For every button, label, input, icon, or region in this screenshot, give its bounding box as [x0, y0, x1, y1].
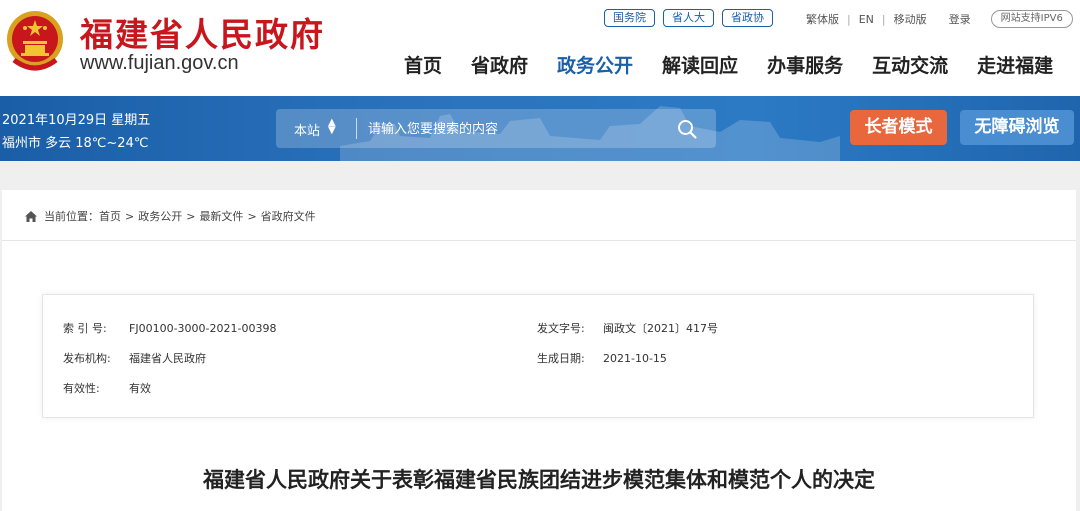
nav-home[interactable]: 首页	[404, 51, 442, 78]
divider	[356, 118, 357, 139]
nav-about-fujian[interactable]: 走进福建	[977, 51, 1053, 78]
nav-interpretation[interactable]: 解读回应	[662, 51, 738, 78]
search-band: 2021年10月29日 星期五 福州市 多云 18℃~24℃ 本站 ▲▼ 长者模…	[0, 96, 1080, 161]
search-input[interactable]	[368, 118, 668, 140]
nav-interaction[interactable]: 互动交流	[872, 51, 948, 78]
meta-validity-value: 有效	[129, 382, 151, 395]
breadcrumb-government-affairs[interactable]: 政务公开	[138, 208, 182, 224]
ipv6-badge: 网站支持IPV6	[990, 10, 1073, 28]
link-english[interactable]: EN	[859, 13, 874, 26]
site-header: 福建省人民政府 www.fujian.gov.cn 国务院 省人大 省政协 繁体…	[0, 0, 1080, 96]
breadcrumb-provincial-documents[interactable]: 省政府文件	[261, 208, 316, 224]
link-state-council[interactable]: 国务院	[604, 9, 655, 27]
national-emblem-icon[interactable]	[4, 6, 66, 76]
link-provincial-cppcc[interactable]: 省政协	[722, 9, 773, 27]
meta-date-value: 2021-10-15	[603, 352, 667, 365]
document-metadata: 索 引 号: FJ00100-3000-2021-00398 发文字号: 闽政文〔2…	[42, 294, 1034, 418]
document-title: 福建省人民政府关于表彰福建省民族团结进步模范集体和模范个人的决定	[203, 468, 875, 492]
top-links: 国务院 省人大 省政协	[604, 9, 773, 27]
breadcrumb-label: 当前位置：	[44, 210, 99, 223]
meta-doc-no-value: 闽政文〔2021〕417号	[603, 322, 718, 335]
content-panel: 当前位置： 首页 > 政务公开 > 最新文件 > 省政府文件 索 引 号: FJ0…	[2, 190, 1076, 511]
meta-validity-label: 有效性:	[63, 382, 100, 395]
nav-government-affairs[interactable]: 政务公开	[557, 51, 633, 78]
divider	[2, 240, 1076, 241]
site-url[interactable]: www.fujian.gov.cn	[80, 52, 239, 75]
meta-index-no-value: FJ00100-3000-2021-00398	[129, 322, 277, 335]
meta-validity: 有效性: 有效	[63, 380, 151, 396]
meta-date: 生成日期: 2021-10-15	[537, 350, 667, 366]
meta-doc-no: 发文字号: 闽政文〔2021〕417号	[537, 320, 718, 336]
breadcrumb-latest-documents[interactable]: 最新文件	[199, 208, 243, 224]
search-box: 本站 ▲ ▼	[276, 109, 716, 148]
sort-arrows-icon[interactable]: ▲ ▼	[328, 118, 336, 136]
separator: |	[881, 12, 886, 26]
nav-provincial-government[interactable]: 省政府	[471, 51, 528, 78]
meta-index-no-label: 索 引 号:	[63, 322, 107, 335]
current-date: 2021年10月29日 星期五	[2, 113, 151, 128]
meta-issuer: 发布机构: 福建省人民政府	[63, 350, 206, 366]
login-link[interactable]: 登录	[949, 11, 971, 27]
weather-info: 福州市 多云 18℃~24℃	[2, 136, 149, 151]
home-icon	[25, 210, 37, 222]
site-name[interactable]: 福建省人民政府	[80, 8, 325, 56]
meta-doc-no-label: 发文字号:	[537, 322, 585, 335]
search-icon[interactable]	[676, 118, 698, 140]
breadcrumb-home[interactable]: 首页	[99, 208, 121, 224]
breadcrumb: 当前位置： 首页 > 政务公开 > 最新文件 > 省政府文件	[24, 208, 316, 224]
main-nav: 首页 省政府 政务公开 解读回应 办事服务 互动交流 走进福建	[404, 51, 1053, 78]
accessibility-button[interactable]: 无障碍浏览	[960, 110, 1074, 145]
meta-issuer-label: 发布机构:	[63, 352, 111, 365]
meta-issuer-value: 福建省人民政府	[129, 352, 206, 365]
link-provincial-congress[interactable]: 省人大	[663, 9, 714, 27]
elder-mode-button[interactable]: 长者模式	[850, 110, 947, 145]
separator: |	[847, 12, 851, 26]
link-traditional-chinese[interactable]: 繁体版	[806, 11, 839, 27]
breadcrumb-separator: >	[186, 209, 196, 223]
nav-services[interactable]: 办事服务	[767, 51, 843, 78]
meta-date-label: 生成日期:	[537, 352, 585, 365]
meta-index-no: 索 引 号: FJ00100-3000-2021-00398	[63, 320, 276, 336]
utility-links: 繁体版 | EN | 移动版 登录 网站支持IPV6	[806, 10, 1073, 28]
link-mobile[interactable]: 移动版	[894, 11, 927, 27]
breadcrumb-separator: >	[247, 209, 257, 223]
breadcrumb-separator: >	[125, 209, 135, 223]
search-scope-select[interactable]: 本站	[294, 120, 320, 139]
